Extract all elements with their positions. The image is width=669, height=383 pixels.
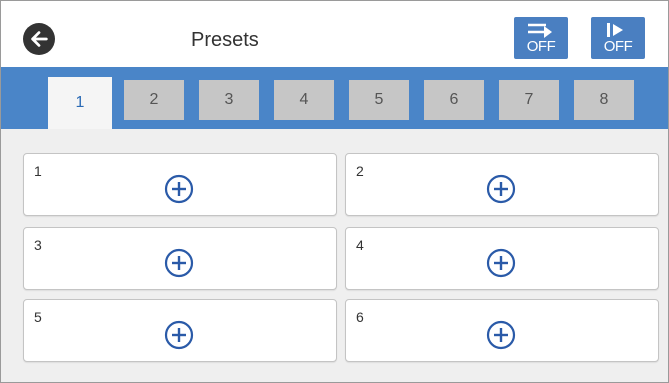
add-plus-icon	[486, 174, 516, 204]
auto-start-off-label: OFF	[603, 38, 633, 55]
add-plus-icon	[486, 248, 516, 278]
add-plus-icon	[164, 320, 194, 350]
add-plus-icon	[164, 174, 194, 204]
preset-slot-3[interactable]: 3	[23, 227, 337, 290]
tab-8[interactable]: 8	[574, 80, 634, 120]
page-title: Presets	[191, 29, 259, 51]
tab-1[interactable]: 1	[48, 77, 112, 129]
tab-4[interactable]: 4	[274, 80, 334, 120]
header: Presets OFF OFF	[1, 1, 668, 67]
preset-slot-4[interactable]: 4	[345, 227, 659, 290]
back-arrow-icon	[31, 31, 48, 47]
continuous-off-button[interactable]: OFF	[514, 17, 568, 59]
preset-slot-1[interactable]: 1	[23, 153, 337, 216]
double-line-arrow-icon	[528, 23, 552, 38]
slot-number: 5	[34, 309, 42, 325]
preset-slot-5[interactable]: 5	[23, 299, 337, 362]
tab-5[interactable]: 5	[349, 80, 409, 120]
continuous-off-label: OFF	[526, 38, 556, 55]
slot-number: 6	[356, 309, 364, 325]
tab-7[interactable]: 7	[499, 80, 559, 120]
tab-2[interactable]: 2	[124, 80, 184, 120]
slot-number: 3	[34, 237, 42, 253]
tab-3[interactable]: 3	[199, 80, 259, 120]
bar-play-icon	[607, 23, 623, 37]
slot-number: 4	[356, 237, 364, 253]
back-button[interactable]	[23, 23, 55, 55]
preset-slot-6[interactable]: 6	[345, 299, 659, 362]
auto-start-off-button[interactable]: OFF	[591, 17, 645, 59]
add-plus-icon	[164, 248, 194, 278]
preset-tab-bar: 1 2 3 4 5 6 7 8	[1, 67, 668, 129]
tab-6[interactable]: 6	[424, 80, 484, 120]
screen: Presets OFF OFF 1 2 3 4 5 6 7 8 1 2 3 4 …	[0, 0, 669, 383]
add-plus-icon	[486, 320, 516, 350]
slot-number: 1	[34, 163, 42, 179]
preset-slot-2[interactable]: 2	[345, 153, 659, 216]
slot-number: 2	[356, 163, 364, 179]
